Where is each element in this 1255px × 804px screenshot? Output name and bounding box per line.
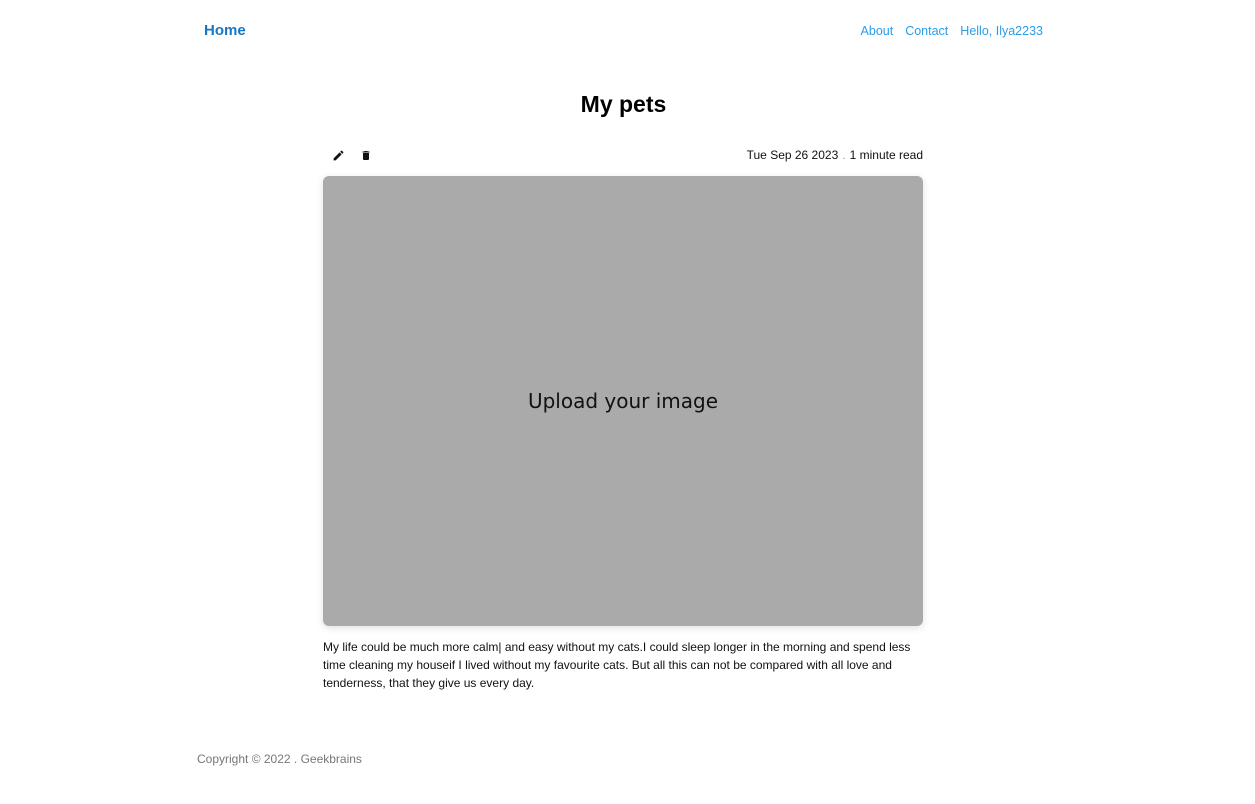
nav-about-link[interactable]: About [861, 24, 894, 38]
read-time: 1 minute read [849, 148, 923, 162]
post-actions [323, 147, 374, 164]
top-nav: About Contact Hello, Ilya2233 [861, 24, 1043, 38]
upload-image-label: Upload your image [527, 389, 719, 413]
trash-icon [362, 150, 369, 160]
meta-separator: . [842, 148, 846, 162]
user-greeting-link[interactable]: Hello, Ilya2233 [960, 24, 1043, 38]
pencil-icon [333, 150, 344, 160]
delete-button[interactable] [357, 147, 374, 164]
image-upload-area[interactable]: Upload your image [323, 176, 923, 626]
page-title: My pets [580, 91, 667, 117]
footer-copyright: Copyright © 2022 . Geekbrains [197, 752, 362, 766]
post-body: My life could be much more calm| and eas… [323, 640, 911, 690]
edit-button[interactable] [330, 147, 347, 164]
post-date: Tue Sep 26 2023 [746, 148, 839, 162]
post-card: Tue Sep 26 2023 . 1 minute read Upload y… [323, 144, 923, 704]
post-info: Tue Sep 26 2023 . 1 minute read [747, 148, 923, 162]
post-meta: Tue Sep 26 2023 . 1 minute read [323, 144, 923, 166]
nav-home-link[interactable]: Home [204, 22, 246, 39]
nav-contact-link[interactable]: Contact [905, 24, 948, 38]
